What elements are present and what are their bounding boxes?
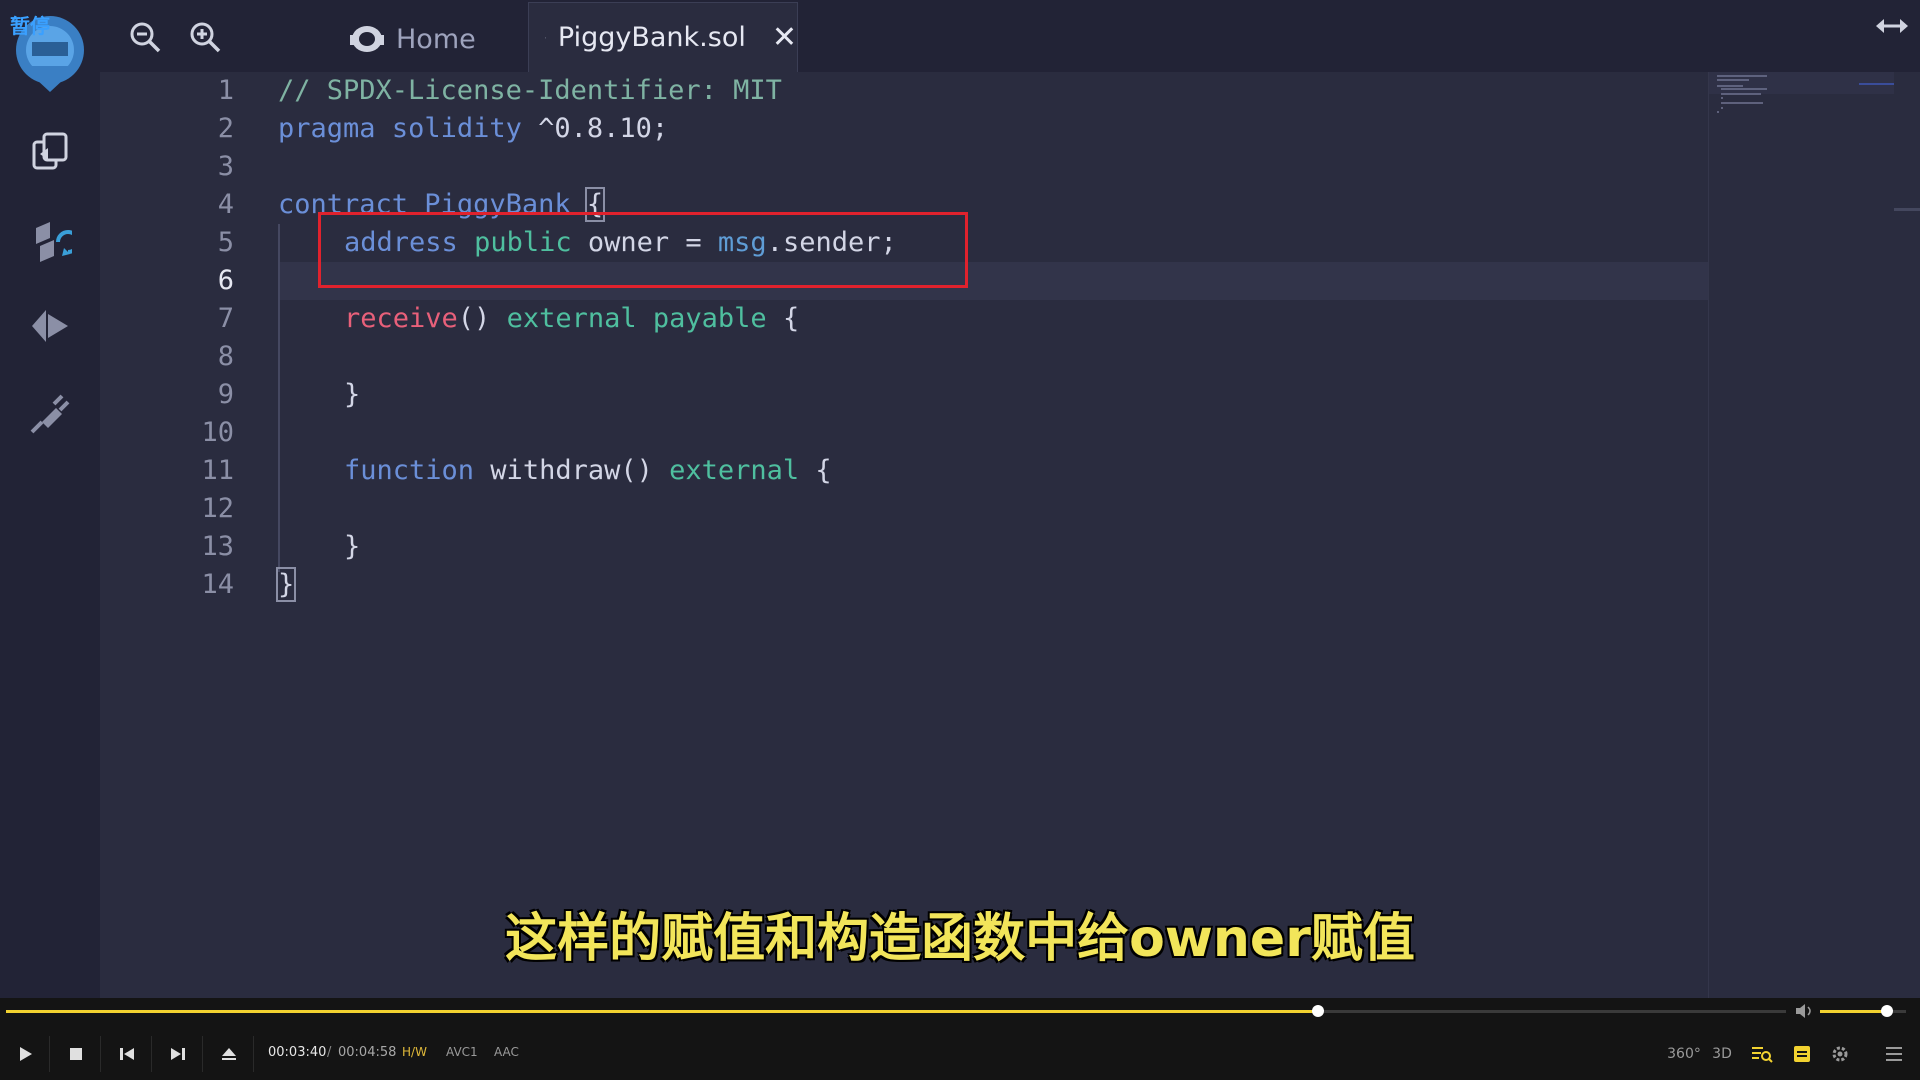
indent-guide bbox=[278, 224, 280, 572]
brace-token: { bbox=[799, 455, 832, 486]
function-name-token: withdraw() bbox=[474, 455, 670, 486]
modifier-token: payable bbox=[652, 303, 767, 334]
code-line-9[interactable]: } bbox=[344, 376, 360, 414]
line-number-gutter: 1 2 3 4 5 6 7 8 9 10 11 12 13 14 bbox=[100, 72, 278, 998]
minimap[interactable] bbox=[1708, 72, 1895, 998]
line-number: 12 bbox=[201, 493, 234, 524]
icon-sidebar: 暂停 bbox=[0, 0, 100, 998]
line-number: 9 bbox=[217, 379, 234, 410]
line-number: 1 bbox=[217, 75, 234, 106]
seek-bar-handle[interactable] bbox=[1311, 1005, 1324, 1017]
volume-slider-level bbox=[1820, 1010, 1888, 1013]
keyword-token: solidity bbox=[391, 113, 522, 144]
line-number: 3 bbox=[217, 151, 234, 182]
previous-icon bbox=[119, 1048, 134, 1060]
deploy-icon[interactable] bbox=[28, 304, 72, 348]
volume-slider-handle[interactable] bbox=[1881, 1005, 1894, 1017]
version-token: ^0.8.10; bbox=[521, 113, 669, 144]
settings-button[interactable] bbox=[1824, 1038, 1856, 1070]
line-number-current: 6 bbox=[217, 265, 234, 296]
audio-codec-badge: AAC bbox=[494, 1045, 519, 1059]
line-number: 7 bbox=[217, 303, 234, 334]
video-player-controls: 00:03:40 / 00:04:58 H/W AVC1 AAC 360° 3D bbox=[0, 998, 1920, 1080]
line-number: 4 bbox=[217, 189, 234, 220]
menu-icon bbox=[1886, 1047, 1902, 1061]
line-number: 5 bbox=[217, 227, 234, 258]
settings-icon bbox=[1832, 1046, 1848, 1062]
zoom-in-icon[interactable] bbox=[188, 20, 222, 54]
3d-button[interactable]: 3D bbox=[1706, 1038, 1738, 1070]
stop-icon bbox=[69, 1048, 82, 1060]
vr-icon: 360° bbox=[1667, 1046, 1701, 1062]
stop-button[interactable] bbox=[51, 1036, 101, 1072]
pause-label: 暂停 bbox=[10, 14, 50, 38]
eject-icon bbox=[221, 1048, 236, 1060]
tab-piggybank-sol[interactable]: PiggyBank.sol ✕ bbox=[528, 2, 798, 72]
brace-token: } bbox=[344, 531, 361, 562]
solidity-file-icon bbox=[545, 36, 546, 39]
current-time: 00:03:40 bbox=[268, 1045, 327, 1060]
seek-bar[interactable] bbox=[6, 1005, 1786, 1017]
previous-button[interactable] bbox=[102, 1036, 152, 1072]
plugin-icon[interactable] bbox=[28, 392, 72, 436]
volume-slider[interactable] bbox=[1820, 1005, 1906, 1017]
hw-decode-badge[interactable]: H/W bbox=[402, 1045, 427, 1059]
time-separator: / bbox=[327, 1045, 332, 1060]
play-button[interactable] bbox=[0, 1036, 50, 1072]
paren-token: () bbox=[457, 303, 507, 334]
seek-bar-progress bbox=[6, 1010, 1318, 1013]
line-number: 10 bbox=[201, 417, 234, 448]
line-number: 14 bbox=[201, 569, 234, 600]
next-button[interactable] bbox=[153, 1036, 203, 1072]
brace-token: { bbox=[766, 303, 800, 334]
line-number: 2 bbox=[217, 113, 234, 144]
file-explorer-icon[interactable] bbox=[28, 130, 72, 174]
video-codec-badge: AVC1 bbox=[446, 1045, 478, 1059]
volume-icon[interactable] bbox=[1794, 1002, 1816, 1020]
tab-active-label: PiggyBank.sol bbox=[557, 22, 746, 53]
code-line-13[interactable]: } bbox=[344, 528, 360, 566]
total-time: 00:04:58 bbox=[338, 1045, 397, 1060]
playlist-icon bbox=[1752, 1047, 1773, 1063]
code-line-1[interactable]: // SPDX-License-Identifier: MIT bbox=[278, 72, 782, 110]
tab-bar: Home PiggyBank.sol ✕ bbox=[100, 0, 1920, 72]
code-line-2[interactable]: pragma solidity ^0.8.10; bbox=[278, 110, 668, 148]
modifier-token: external bbox=[506, 303, 637, 334]
home-icon bbox=[350, 26, 384, 52]
line-number: 11 bbox=[201, 455, 234, 486]
keyword-token: pragma bbox=[278, 113, 376, 144]
code-line-11[interactable]: function withdraw() external { bbox=[344, 452, 832, 490]
annotation-highlight-box bbox=[318, 212, 968, 288]
vertical-scrollbar[interactable] bbox=[1894, 72, 1920, 998]
function-token: receive bbox=[344, 303, 458, 334]
tab-home[interactable]: Home bbox=[350, 14, 476, 64]
code-line-7[interactable]: receive() external payable { bbox=[344, 300, 799, 338]
modifier-token: external bbox=[669, 455, 800, 486]
menu-button[interactable] bbox=[1878, 1038, 1910, 1070]
subtitle-button[interactable] bbox=[1786, 1038, 1818, 1070]
line-number: 8 bbox=[217, 341, 234, 372]
tab-home-label: Home bbox=[396, 23, 476, 55]
code-editor[interactable]: // SPDX-License-Identifier: MIT pragma s… bbox=[275, 72, 1708, 998]
subtitle-icon bbox=[1794, 1046, 1810, 1062]
next-icon bbox=[170, 1048, 185, 1060]
playlist-button[interactable] bbox=[1746, 1038, 1778, 1070]
line-number: 13 bbox=[201, 531, 234, 562]
matched-brace: } bbox=[275, 567, 297, 602]
close-icon[interactable]: ✕ bbox=[772, 22, 797, 53]
vr-button[interactable]: 360° bbox=[1667, 1038, 1701, 1070]
scrollbar-thumb[interactable] bbox=[1894, 208, 1920, 211]
eject-button[interactable] bbox=[204, 1036, 254, 1072]
zoom-out-icon[interactable] bbox=[128, 20, 162, 54]
minimap-preview bbox=[1709, 72, 1895, 113]
keyword-token: function bbox=[344, 455, 475, 486]
play-icon bbox=[19, 1047, 32, 1061]
compile-icon[interactable] bbox=[28, 218, 72, 262]
video-subtitle: 这样的赋值和构造函数中给owner赋值 bbox=[505, 909, 1415, 969]
comment-token: // SPDX-License-Identifier: MIT bbox=[278, 75, 782, 106]
3d-icon: 3D bbox=[1712, 1046, 1732, 1062]
brace-token: } bbox=[344, 379, 361, 410]
code-line-14[interactable]: } bbox=[275, 566, 297, 604]
expand-icon[interactable] bbox=[1874, 14, 1910, 38]
